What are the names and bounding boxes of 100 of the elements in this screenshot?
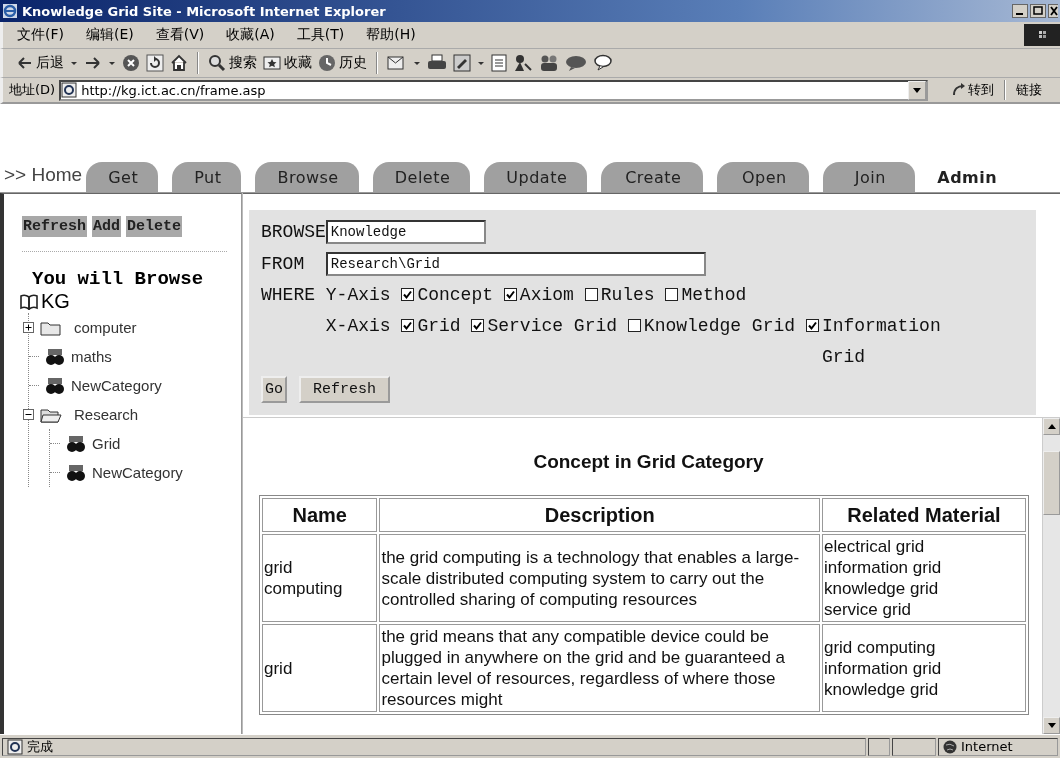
go-button[interactable]: 转到 [946, 81, 1000, 99]
menu-item[interactable]: 帮助(H) [366, 24, 416, 46]
book-icon [20, 293, 38, 310]
nav-tab[interactable]: Create [601, 162, 704, 192]
collapse-icon[interactable] [23, 409, 34, 420]
address-label: 地址(D) [9, 81, 56, 99]
checkbox-label: Service Grid [487, 316, 618, 336]
refresh-button[interactable]: Refresh [299, 375, 391, 403]
chat-icon[interactable] [565, 54, 587, 72]
nav-tab[interactable]: Browse [255, 162, 359, 192]
home-icon[interactable] [170, 54, 188, 72]
checkbox[interactable] [665, 288, 679, 301]
related-link[interactable]: knowledge grid [823, 578, 1024, 599]
scroll-up-icon[interactable] [1047, 424, 1056, 429]
clock-icon [318, 54, 336, 72]
browse-field[interactable]: Knowledge [325, 220, 486, 244]
dropdown-caret-icon[interactable] [413, 59, 421, 67]
checkbox-label: Grid [417, 316, 461, 336]
menu-item[interactable]: 查看(V) [155, 24, 205, 46]
scroll-down-icon[interactable] [1047, 723, 1056, 728]
refresh-icon[interactable] [146, 54, 164, 72]
forward-icon[interactable] [84, 55, 102, 71]
sidebar-button[interactable]: Delete [126, 216, 183, 237]
from-field[interactable]: Research\Grid [325, 252, 706, 276]
home-link[interactable]: >> Home [4, 164, 87, 192]
tree-item[interactable]: NewCategory [71, 377, 162, 394]
page-icon [61, 82, 78, 98]
nav-tab[interactable]: Open [717, 162, 810, 192]
menu-item[interactable]: 文件(F) [17, 24, 64, 46]
checkbox[interactable] [401, 319, 415, 332]
tree-item[interactable]: computer [74, 319, 137, 336]
address-field[interactable]: http://kg.ict.ac.cn/frame.asp [59, 79, 928, 101]
sidebar-button[interactable]: Add [92, 216, 122, 237]
folder-icon [40, 319, 62, 336]
checkbox[interactable] [401, 288, 415, 301]
related-link[interactable]: grid computing [823, 636, 1024, 658]
sidebar-button[interactable]: Refresh [22, 216, 87, 237]
person-icon[interactable] [513, 54, 533, 72]
checkbox[interactable] [584, 288, 598, 301]
expand-icon[interactable] [23, 322, 34, 333]
checkbox[interactable] [503, 288, 517, 301]
print-icon[interactable] [427, 54, 447, 72]
nav-tab[interactable]: Delete [372, 162, 471, 192]
star-folder-icon [263, 55, 281, 71]
checkbox-label: Rules [600, 285, 655, 305]
dropdown-caret-icon[interactable] [108, 59, 116, 67]
status-text: 完成 [27, 737, 53, 756]
toolbar-button[interactable]: 搜索 [208, 54, 257, 72]
dropdown-caret-icon[interactable] [477, 59, 485, 67]
related-link[interactable]: electrical grid [823, 536, 1024, 557]
checkbox[interactable] [805, 319, 819, 332]
toolbar-button[interactable]: 后退 [17, 54, 64, 72]
tree-item[interactable]: Research [74, 406, 139, 423]
zone-label: Internet [961, 739, 1013, 754]
scroll-thumb[interactable] [1043, 451, 1060, 515]
tree-root[interactable]: KG [41, 290, 70, 313]
nav-tab[interactable]: Put [172, 162, 242, 192]
dropdown-caret-icon[interactable] [70, 59, 78, 67]
related-link[interactable]: knowledge grid [823, 678, 1024, 700]
column-header: Description [379, 498, 820, 532]
field-label: WHERE [261, 284, 316, 307]
open-folder-icon [40, 406, 62, 423]
toolbar-button[interactable]: 历史 [318, 54, 367, 72]
close-icon[interactable] [1048, 4, 1058, 18]
back-arrow-icon [17, 55, 33, 71]
scrollbar[interactable] [1042, 418, 1060, 734]
go-arrow-icon [952, 83, 966, 97]
tree-item[interactable]: Grid [92, 435, 121, 452]
field-label: BROWSE [261, 222, 326, 242]
related-link[interactable]: information grid [823, 657, 1024, 679]
table-cell: grid [262, 624, 378, 712]
status-panel [868, 737, 890, 756]
go-button[interactable]: Go [261, 375, 287, 403]
links-button[interactable]: 链接 [1010, 81, 1060, 99]
people-icon[interactable] [539, 54, 559, 72]
tree-item[interactable]: NewCategory [92, 464, 183, 481]
checkbox[interactable] [471, 319, 485, 332]
nav-tab[interactable]: Get [86, 162, 159, 192]
edit-icon[interactable] [453, 54, 471, 72]
column-header: Name [262, 498, 378, 532]
dropdown-arrow-icon[interactable] [913, 87, 921, 93]
toolbar-button[interactable]: 收藏 [263, 54, 312, 72]
document-icon[interactable] [491, 54, 507, 72]
nav-tab[interactable]: Update [484, 162, 588, 192]
binoculars-icon [45, 376, 65, 395]
menu-item[interactable]: 收藏(A) [226, 24, 275, 46]
checkbox[interactable] [627, 319, 641, 332]
tree-item[interactable]: maths [71, 348, 112, 365]
nav-tab[interactable]: Join [823, 162, 916, 192]
mail-icon[interactable] [387, 54, 407, 72]
binoculars-icon [45, 347, 65, 366]
maximize-icon[interactable] [1030, 4, 1046, 18]
menu-item[interactable]: 工具(T) [296, 24, 345, 46]
related-link[interactable]: service grid [823, 599, 1024, 620]
menu-item[interactable]: 编辑(E) [86, 24, 134, 46]
stop-icon[interactable] [122, 54, 140, 72]
checkbox-label: Axiom [519, 285, 574, 305]
minimize-icon[interactable] [1012, 4, 1028, 18]
related-link[interactable]: information grid [823, 557, 1024, 578]
speech-bubble-icon[interactable] [593, 54, 613, 72]
